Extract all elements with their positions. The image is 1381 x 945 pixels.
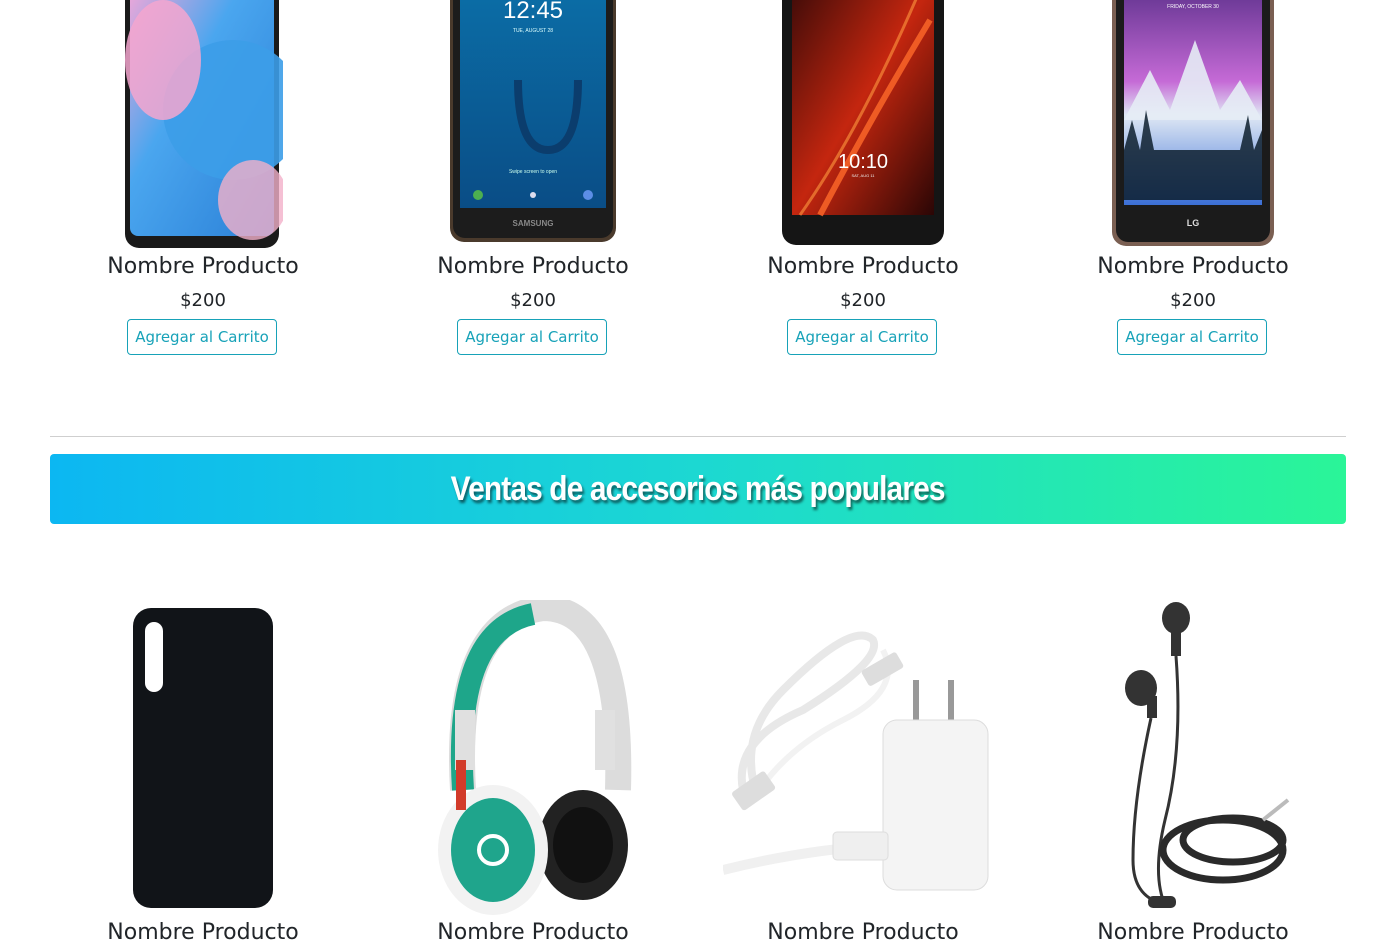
svg-text:SAMSUNG: SAMSUNG — [513, 219, 554, 228]
product-image: 10:10 SAT, AUG 11 — [698, 0, 1028, 250]
product-name: Nombre Producto — [1097, 254, 1289, 279]
product-price: $200 — [510, 290, 556, 311]
section-banner: Ventas de accesorios más populares — [50, 454, 1346, 524]
svg-text:LG: LG — [1187, 218, 1200, 228]
add-to-cart-button[interactable]: Agregar al Carrito — [787, 319, 937, 355]
charger-icon — [723, 631, 989, 891]
headphones-icon — [438, 600, 632, 915]
product-name: Nombre Producto — [107, 254, 299, 279]
phone-icon: 10:10 SAT, AUG 11 — [782, 0, 944, 245]
add-to-cart-button[interactable]: Agregar al Carrito — [1117, 319, 1267, 355]
add-to-cart-button[interactable]: Agregar al Carrito — [127, 319, 277, 355]
svg-text:SAT, AUG 11: SAT, AUG 11 — [852, 173, 876, 178]
product-image — [698, 620, 1028, 900]
product-image: FRIDAY, OCTOBER 30 LG — [1028, 0, 1358, 250]
svg-text:Swipe screen to open: Swipe screen to open — [509, 169, 557, 175]
product-image — [38, 0, 368, 250]
phone-case-icon — [133, 608, 273, 908]
product-image: 12:45 TUE, AUGUST 28 Swipe screen to ope… — [368, 0, 698, 250]
product-image — [38, 600, 368, 910]
product-name: Nombre Producto — [107, 920, 299, 945]
earphones-icon — [1125, 602, 1290, 908]
phone-icon — [125, 0, 283, 248]
product-name: Nombre Producto — [1097, 920, 1289, 945]
product-name: Nombre Producto — [437, 254, 629, 279]
product-name: Nombre Producto — [437, 920, 629, 945]
add-to-cart-button[interactable]: Agregar al Carrito — [457, 319, 607, 355]
phone-icon: FRIDAY, OCTOBER 30 LG — [1112, 0, 1274, 246]
product-price: $200 — [840, 290, 886, 311]
product-image — [368, 600, 698, 920]
svg-text:12:45: 12:45 — [503, 0, 563, 24]
section-title: Ventas de accesorios más populares — [451, 469, 946, 508]
section-divider — [50, 436, 1346, 437]
svg-text:TUE, AUGUST 28: TUE, AUGUST 28 — [513, 28, 553, 34]
product-name: Nombre Producto — [767, 254, 959, 279]
product-image — [1028, 600, 1358, 915]
product-price: $200 — [1170, 290, 1216, 311]
product-name: Nombre Producto — [767, 920, 959, 945]
svg-text:FRIDAY, OCTOBER 30: FRIDAY, OCTOBER 30 — [1167, 4, 1219, 10]
product-price: $200 — [180, 290, 226, 311]
phone-icon: 12:45 TUE, AUGUST 28 Swipe screen to ope… — [450, 0, 616, 242]
svg-text:10:10: 10:10 — [838, 151, 888, 173]
